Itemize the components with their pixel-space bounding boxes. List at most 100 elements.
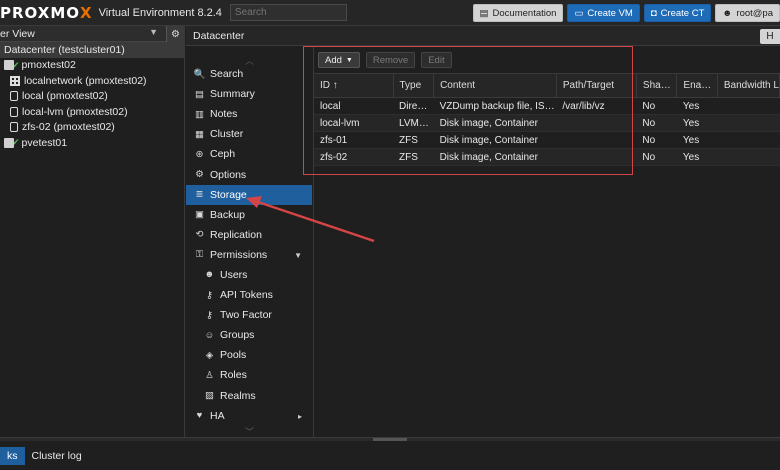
nav-item-cluster[interactable]: ▦ Cluster — [186, 124, 312, 144]
nav-item-users[interactable]: ☻ Users — [186, 265, 312, 285]
column-header[interactable]: Bandwidth L — [717, 73, 780, 98]
search-input[interactable] — [229, 4, 347, 21]
tree-item-datacenter[interactable]: Datacenter (testcluster01) — [0, 42, 184, 58]
remove-button[interactable]: Remove — [365, 52, 416, 68]
content-header: Datacenter H — [186, 26, 780, 46]
male-icon: ♙ — [205, 369, 214, 381]
table-cell: No — [642, 117, 656, 129]
nav-item-label: Ceph — [210, 148, 236, 161]
book-icon: ▤ — [479, 7, 489, 19]
nav-item-notes[interactable]: ▥ Notes — [186, 104, 312, 124]
help-button[interactable]: H — [760, 29, 780, 44]
cube-icon: ◘ — [650, 7, 657, 19]
table-cell — [717, 98, 779, 115]
table-row[interactable]: local-lvm LVM… Disk image, Container No Yes — [314, 114, 780, 132]
storage-toolbar: Add ▼ Remove Edit — [314, 47, 780, 73]
add-label: Add — [325, 54, 342, 66]
desktop-icon: ▭ — [574, 7, 584, 19]
floppy-icon: ▣ — [195, 209, 204, 221]
nav-item-ceph[interactable]: ⊛ Ceph — [186, 144, 312, 164]
table-cell: No — [642, 134, 656, 146]
server-icon: ▦ — [195, 128, 204, 140]
unlock-icon: ⚿ — [195, 249, 204, 261]
tab-tasks[interactable]: ks — [0, 446, 25, 465]
tree-item-label: zfs-02 (pmoxtest02) — [22, 121, 115, 134]
create-ct-button[interactable]: ◘ Create CT — [643, 4, 712, 22]
node-icon — [4, 60, 14, 71]
remove-label: Remove — [372, 54, 409, 66]
table-cell: No — [642, 151, 656, 163]
user-menu-button[interactable]: ☻ root@pa — [715, 4, 780, 22]
table-cell: Yes — [682, 134, 700, 146]
tree-item-node[interactable]: ✔ pmoxtest02 — [0, 58, 184, 74]
nav-item-label: Roles — [220, 369, 247, 382]
nav-item-label: Realms — [220, 389, 256, 402]
gear-icon[interactable]: ⚙ — [166, 26, 184, 42]
table-cell — [556, 115, 636, 132]
resource-tree-panel: er View ▼ ⚙ Datacenter (testcluster01) ✔ p… — [0, 26, 185, 438]
tree-item-node[interactable]: ✔ pvetest01 — [0, 135, 184, 151]
nav-item-roles[interactable]: ♙ Roles — [186, 365, 312, 385]
nav-item-search[interactable]: 🔍 Search — [186, 64, 312, 84]
datacenter-nav-menu: 🔍 Search ▤ Summary ▥ Notes ▦ Cluster ⊛ Ceph ⚙ Optio… — [186, 64, 312, 436]
nav-item-label: Pools — [220, 349, 247, 362]
column-header[interactable]: Path/Target — [556, 73, 637, 98]
nav-item-label: Cluster — [210, 128, 244, 141]
table-cell: Yes — [682, 100, 700, 112]
tree-item-network[interactable]: localnetwork (pmoxtest02) — [0, 73, 184, 89]
table-cell: /var/lib/vz — [562, 100, 605, 112]
storage-icon — [10, 122, 18, 133]
nav-item-replication[interactable]: ⟲ Replication — [186, 225, 312, 245]
nav-item-backup[interactable]: ▣ Backup — [186, 205, 312, 225]
table-row[interactable]: local Dire… VZDump backup file, IS… /var/li… — [314, 98, 780, 115]
add-button[interactable]: Add ▼ — [318, 52, 360, 68]
tree-item-storage[interactable]: zfs-02 (pmoxtest02) — [0, 120, 184, 136]
nav-item-groups[interactable]: ☺ Groups — [186, 325, 312, 345]
nav-item-permissions[interactable]: ⚿ Permissions ▼ — [186, 245, 312, 265]
nav-item-ha[interactable]: ♥ HA ▸ — [186, 406, 312, 426]
column-header[interactable]: Ena… — [676, 73, 718, 98]
tab-cluster-log[interactable]: Cluster log — [25, 447, 89, 465]
expand-caret-icon[interactable]: ▸ — [298, 412, 302, 421]
nav-item-api-tokens[interactable]: ⚷ API Tokens — [186, 285, 312, 305]
expand-caret-icon[interactable]: ▼ — [294, 251, 302, 260]
column-header[interactable]: Content — [433, 73, 557, 98]
table-cell — [717, 149, 779, 166]
nav-item-label: Options — [210, 168, 247, 181]
create-ct-label: Create CT — [660, 7, 705, 19]
key-icon: ⚷ — [206, 309, 213, 321]
column-header[interactable]: Type — [393, 73, 435, 98]
table-row[interactable]: zfs-02 ZFS Disk image, Container No Yes — [314, 148, 780, 166]
table-row[interactable]: zfs-01 ZFS Disk image, Container No Yes — [314, 132, 780, 149]
nav-item-options[interactable]: ⚙ Options — [186, 164, 312, 184]
table-cell: ZFS — [399, 134, 418, 146]
nav-item-two-factor[interactable]: ⚷ Two Factor — [186, 305, 312, 325]
nav-item-pools[interactable]: ◈ Pools — [186, 345, 312, 365]
documentation-button[interactable]: ▤ Documentation — [472, 4, 564, 22]
view-selector[interactable]: er View ▼ ⚙ — [0, 26, 184, 42]
nav-item-label: HA — [210, 409, 225, 422]
table-cell: Disk image, Container — [439, 117, 538, 129]
table-cell — [717, 132, 779, 149]
nav-item-label: Backup — [210, 208, 246, 221]
user-icon: ☻ — [204, 269, 215, 281]
nav-item-summary[interactable]: ▤ Summary — [186, 84, 312, 104]
table-cell: Disk image, Container — [439, 151, 538, 163]
tree-item-storage[interactable]: local (pmoxtest02) — [0, 89, 184, 105]
chevron-down-icon[interactable]: ▼ — [149, 27, 158, 37]
table-cell: No — [642, 100, 656, 112]
retweet-icon: ⟲ — [195, 229, 204, 241]
create-vm-button[interactable]: ▭ Create VM — [567, 4, 640, 22]
table-cell: Yes — [682, 117, 700, 129]
version-text: Virtual Environment 8.2.4 — [98, 6, 222, 19]
top-bar: PROXMOX Virtual Environment 8.2.4 ▤ Docu… — [0, 0, 780, 26]
nav-item-label: Summary — [210, 88, 255, 101]
column-header[interactable]: ID ↑ — [314, 73, 394, 98]
nav-item-realms[interactable]: ▧ Realms — [186, 386, 312, 406]
tree-item-storage[interactable]: local-lvm (pmoxtest02) — [0, 104, 184, 120]
edit-button[interactable]: Edit — [421, 52, 452, 68]
column-header[interactable]: Sha… — [636, 73, 678, 98]
nav-item-storage[interactable]: ≣ Storage — [186, 184, 312, 205]
table-cell: ZFS — [399, 151, 418, 163]
proxmox-logo[interactable]: PROXMO X — [0, 4, 93, 22]
